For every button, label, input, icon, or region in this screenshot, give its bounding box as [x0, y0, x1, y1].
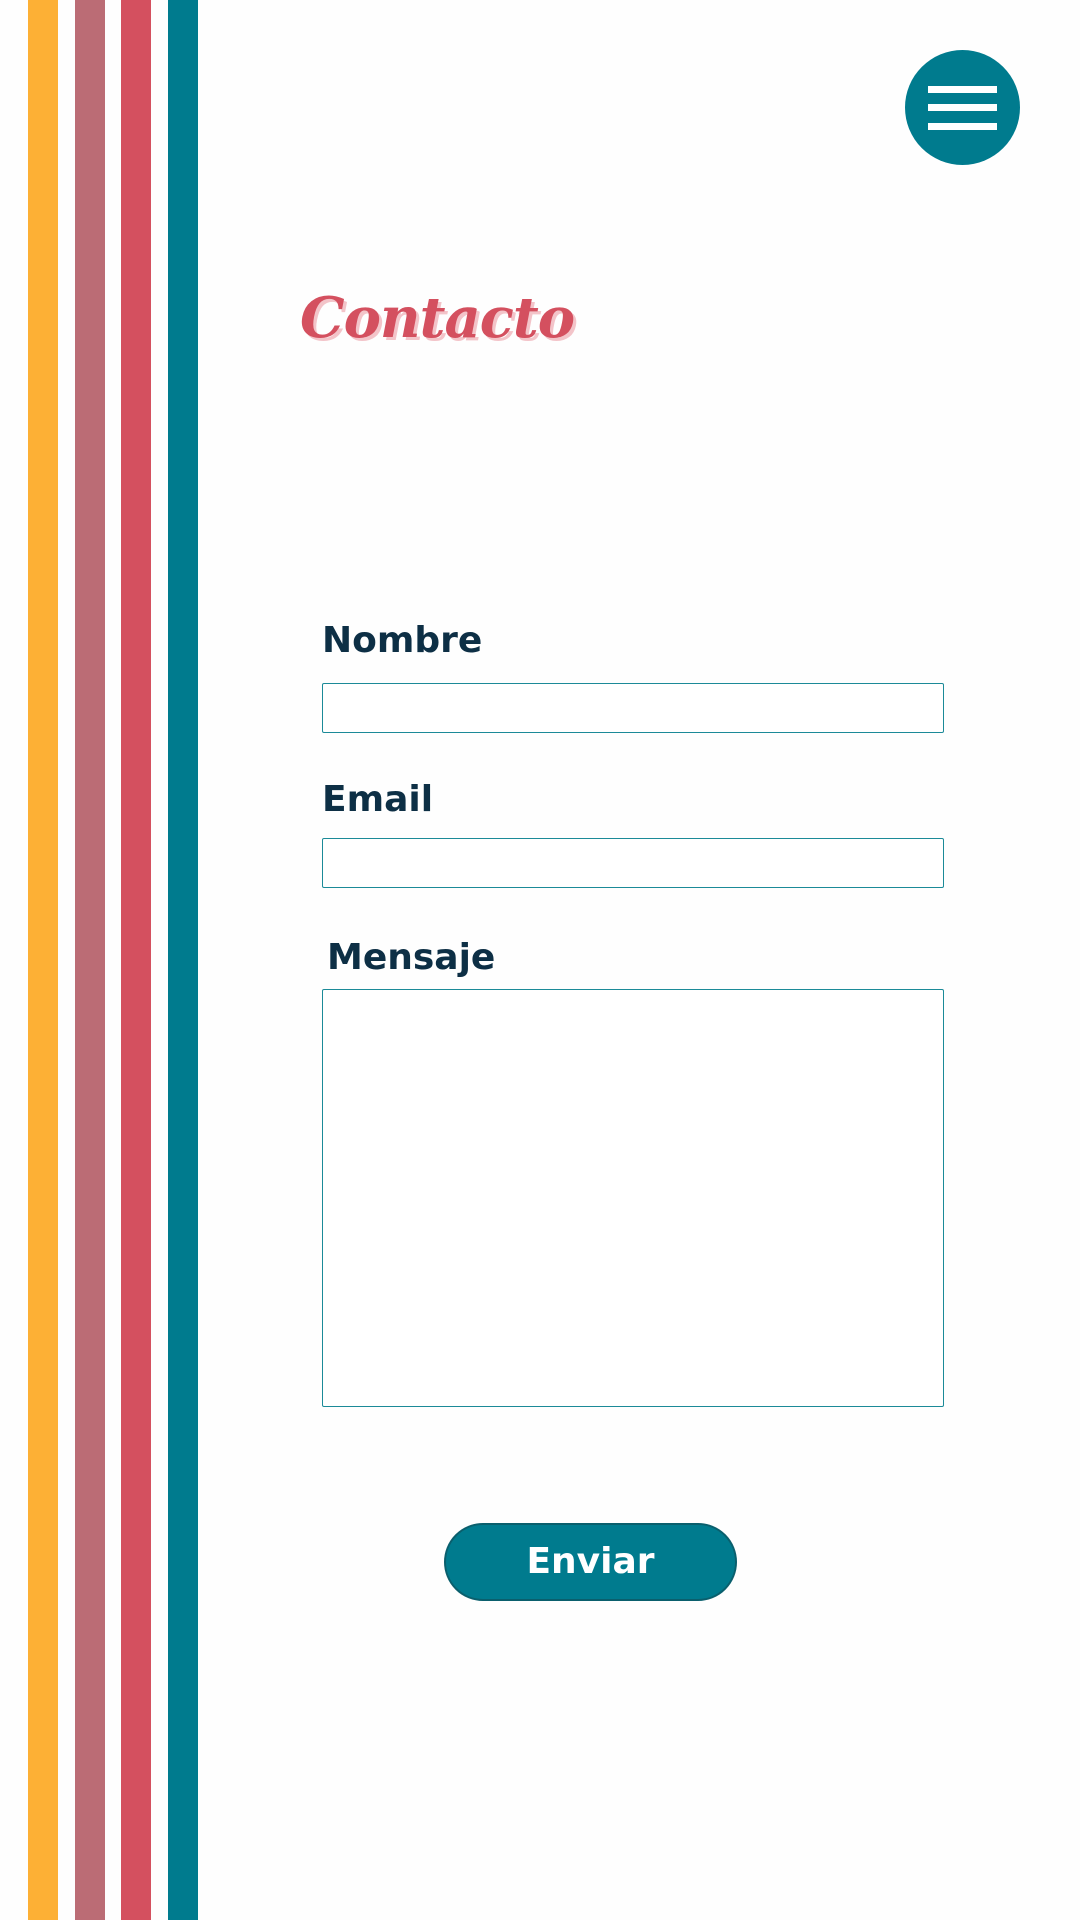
- hamburger-menu-icon: [928, 86, 997, 130]
- name-label: Nombre: [322, 620, 483, 661]
- submit-button[interactable]: Enviar: [444, 1523, 737, 1601]
- page-title: Contacto: [300, 285, 575, 351]
- menu-icon-bar: [928, 123, 997, 130]
- decorative-stripe-yellow: [28, 0, 58, 1920]
- message-textarea[interactable]: [322, 989, 944, 1407]
- decorative-stripe-mauve: [75, 0, 105, 1920]
- menu-button[interactable]: [905, 50, 1020, 165]
- decorative-stripe-teal: [168, 0, 198, 1920]
- email-input[interactable]: [322, 838, 944, 888]
- contact-page: Contacto Nombre Email Mensaje Enviar: [0, 0, 1080, 1920]
- menu-icon-bar: [928, 104, 997, 111]
- menu-icon-bar: [928, 86, 997, 93]
- decorative-stripe-red: [121, 0, 151, 1920]
- name-input[interactable]: [322, 683, 944, 733]
- email-label: Email: [322, 779, 434, 820]
- message-label: Mensaje: [327, 937, 496, 978]
